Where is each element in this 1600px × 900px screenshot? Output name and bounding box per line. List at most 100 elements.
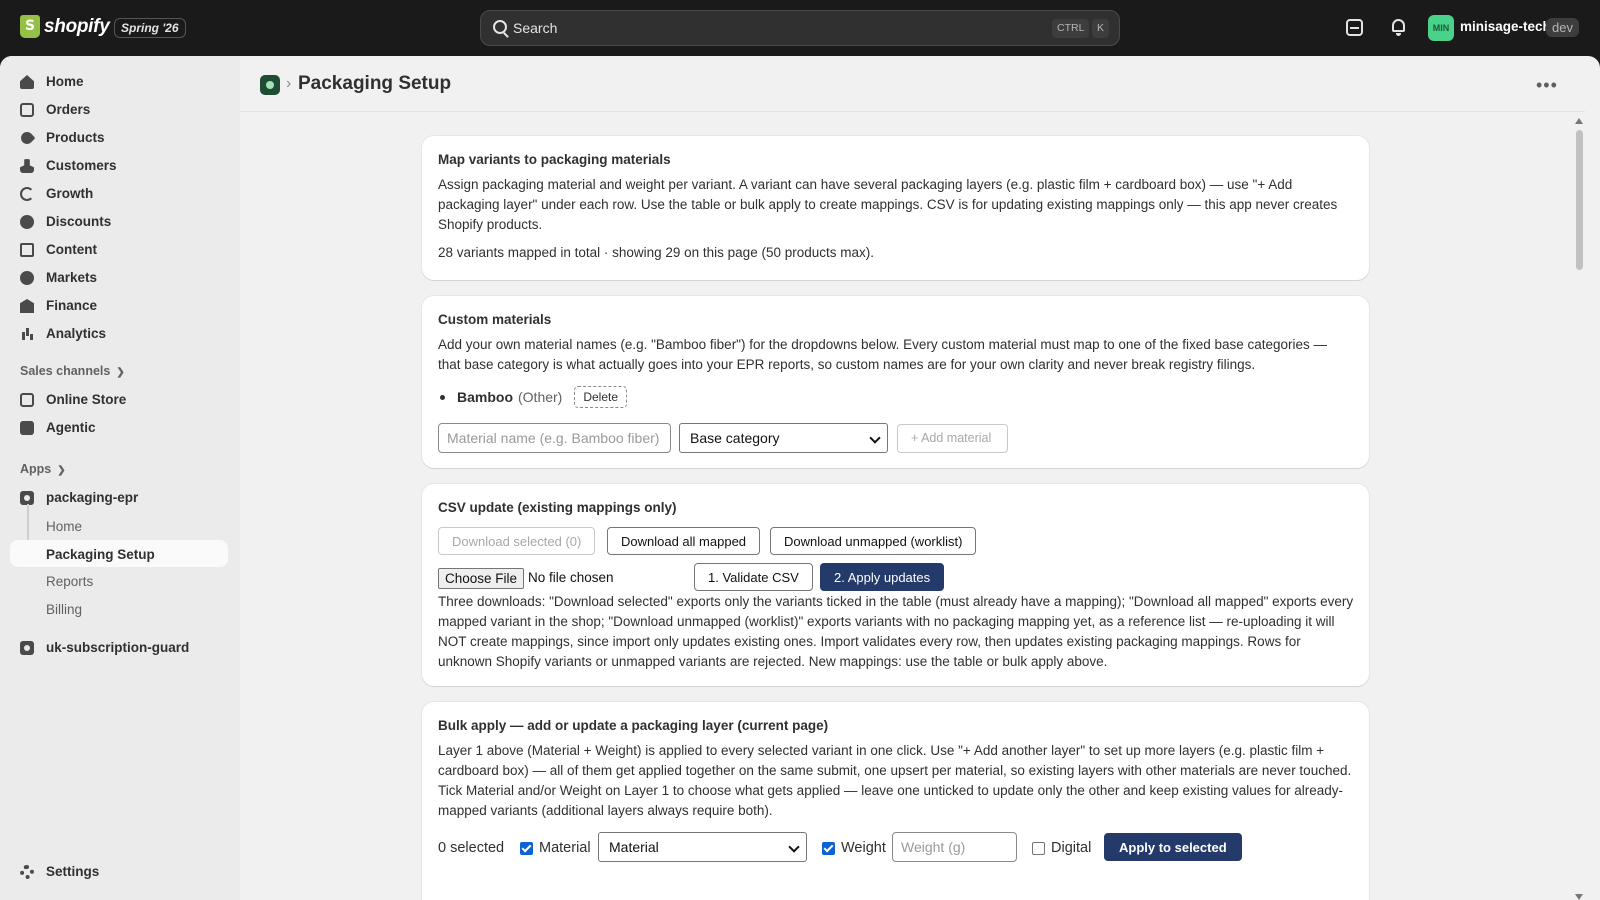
home-icon [20,75,34,89]
shopify-logo[interactable]: shopify [20,15,110,38]
top-bar: shopify Spring '26 Search CTRL K MIN min… [0,0,1600,56]
material-select[interactable]: Material [598,832,807,862]
breadcrumb-chevron-icon: › [286,75,292,92]
apply-to-selected-button[interactable]: Apply to selected [1104,833,1242,861]
sidebar-subitem-label: Packaging Setup [46,547,155,562]
sidebar-item-discounts[interactable]: Discounts [10,208,228,236]
sidebar-item-label: Content [46,242,97,257]
sidebar-item-label: Products [46,130,105,145]
search-placeholder: Search [513,20,558,36]
more-actions-icon[interactable]: ••• [1536,75,1558,96]
shortcut-ctrl: CTRL [1052,19,1090,38]
sales-channels-heading[interactable]: Sales channels ❯ [20,364,125,378]
globe-icon [20,271,34,285]
brand-name: shopify [44,15,110,37]
weight-input[interactable]: Weight (g) [892,832,1017,862]
sidebar-item-label: uk-subscription-guard [46,640,190,655]
sidebar-item-finance[interactable]: Finance [10,292,228,320]
sidebar-item-label: Orders [46,102,91,117]
sidebar-item-online-store[interactable]: Online Store [10,386,228,414]
sidebar-item-markets[interactable]: Markets [10,264,228,292]
sidebar-item-settings[interactable]: Settings [10,858,228,886]
scroll-down-arrow-icon[interactable] [1575,894,1583,900]
card-title: Map variants to packaging materials [438,152,671,167]
add-material-button[interactable]: + Add material [897,424,1008,453]
scroll-thumb[interactable] [1576,130,1583,270]
inbox-icon[interactable] [1346,19,1363,36]
orders-icon [20,103,34,117]
mapping-summary: 28 variants mapped in total · showing 29… [438,245,874,260]
sidebar-subitem-billing[interactable]: Billing [10,595,228,622]
selected-count: 0 selected [438,840,505,856]
card-description: Assign packaging material and weight per… [438,177,1338,232]
material-checkbox-label: Material [539,840,591,856]
csv-description: Three downloads: "Download selected" exp… [438,594,1354,669]
sidebar-item-uk-subscription-guard[interactable]: uk-subscription-guard [10,634,228,662]
download-selected-button[interactable]: Download selected (0) [438,527,596,555]
sidebar-item-label: packaging-epr [46,490,139,505]
app-icon [20,491,34,505]
sidebar-item-home[interactable]: Home [10,68,228,96]
sidebar-item-label: Home [46,74,84,89]
gear-icon [20,865,34,879]
search-bar[interactable]: Search CTRL K [480,10,1120,46]
store-name[interactable]: minisage-tech [1460,19,1551,34]
sidebar-item-orders[interactable]: Orders [10,96,228,124]
sidebar-item-label: Settings [46,864,100,879]
material-name-input[interactable]: Material name (e.g. Bamboo fiber) [438,423,671,453]
bulk-apply-card: Bulk apply — add or update a packaging l… [422,702,1369,900]
bar-chart-icon [20,327,34,341]
download-all-button[interactable]: Download all mapped [607,527,761,555]
chevron-right-icon: ❯ [116,367,125,378]
scrollbar[interactable] [1573,118,1585,900]
sidebar-item-label: Growth [46,186,94,201]
scroll-up-arrow-icon[interactable] [1575,118,1583,124]
weight-checkbox[interactable] [822,842,835,855]
sidebar-subitem-packaging-setup[interactable]: Packaging Setup [10,540,228,567]
bell-icon[interactable] [1390,19,1407,36]
material-name: Bamboo [457,389,513,405]
base-category-select[interactable]: Base category [679,423,888,453]
avatar[interactable]: MIN [1428,15,1454,41]
sidebar-item-label: Agentic [46,420,96,435]
app-icon [20,641,34,655]
sidebar-item-label: Online Store [46,392,127,407]
digital-checkbox[interactable] [1032,842,1045,855]
tag-icon [18,129,36,147]
agentic-icon [20,421,34,435]
growth-icon [20,187,34,201]
sidebar-item-growth[interactable]: Growth [10,180,228,208]
material-checkbox[interactable] [520,842,533,855]
sidebar-item-packaging-epr[interactable]: packaging-epr [10,484,228,512]
apps-label: Apps [20,462,52,476]
sidebar-item-agentic[interactable]: Agentic [10,414,228,442]
sidebar-item-label: Discounts [46,214,112,229]
sidebar-item-label: Finance [46,298,98,313]
app-icon[interactable] [260,75,280,95]
store-icon [20,393,34,407]
material-category: (Other) [518,389,563,405]
card-description: Layer 1 above (Material + Weight) is app… [438,743,1352,818]
sidebar-subitem-home[interactable]: Home [10,512,228,539]
weight-checkbox-label: Weight [841,840,886,856]
choose-file-button[interactable]: Choose File [438,568,525,589]
sidebar-subitem-reports[interactable]: Reports [10,567,228,594]
sidebar-item-customers[interactable]: Customers [10,152,228,180]
validate-csv-button[interactable]: 1. Validate CSV [694,563,813,591]
sidebar-subitem-label: Home [46,519,83,534]
sidebar-subitem-label: Reports [46,574,94,589]
search-icon [493,20,507,34]
chevron-right-icon: ❯ [57,465,66,476]
delete-material-button[interactable]: Delete [574,386,628,408]
sidebar: Home Orders Products Customers Growth Di… [0,56,240,900]
sidebar-item-analytics[interactable]: Analytics [10,320,228,348]
bullet [440,394,445,400]
admin-frame: Home Orders Products Customers Growth Di… [0,56,1600,900]
sidebar-item-products[interactable]: Products [10,124,228,152]
card-description: Add your own material names (e.g. "Bambo… [438,337,1328,372]
download-unmapped-button[interactable]: Download unmapped (worklist) [770,527,977,555]
edition-badge: Spring '26 [114,18,186,38]
apply-updates-button[interactable]: 2. Apply updates [820,563,945,591]
apps-heading[interactable]: Apps ❯ [20,462,66,476]
sidebar-item-content[interactable]: Content [10,236,228,264]
